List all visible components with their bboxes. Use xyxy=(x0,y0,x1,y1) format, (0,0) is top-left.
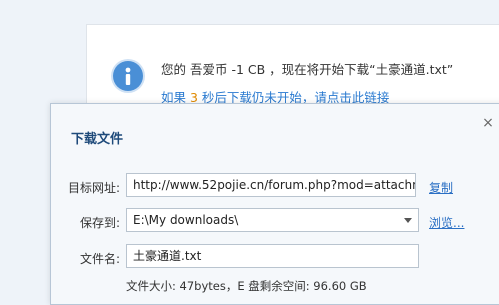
file-size-info: 文件大小: 47bytes，E 盘剩余空间: 96.60 GB xyxy=(126,279,367,293)
close-icon[interactable]: × xyxy=(481,116,495,130)
chevron-down-icon[interactable] xyxy=(404,218,412,223)
copy-link[interactable]: 复制 xyxy=(429,179,453,196)
info-icon xyxy=(113,61,143,91)
filename-label: 文件名: xyxy=(79,252,120,266)
browse-link[interactable]: 浏览... xyxy=(429,214,464,231)
notice-message: 您的 吾爱币 -1 CB ，现在将开始下载“土豪通道.txt” xyxy=(161,62,454,77)
filename-field[interactable]: 土豪通道.txt xyxy=(126,244,419,268)
dialog-title: 下载文件 xyxy=(71,132,124,147)
download-dialog: 下载文件 xyxy=(50,103,499,305)
save-location-select[interactable]: E:\My downloads\ xyxy=(126,208,419,232)
url-label: 目标网址: xyxy=(67,181,120,195)
save-label: 保存到: xyxy=(79,216,120,230)
save-location-value: E:\My downloads\ xyxy=(133,213,239,227)
url-field[interactable]: http://www.52pojie.cn/forum.php?mod=atta… xyxy=(126,173,416,197)
